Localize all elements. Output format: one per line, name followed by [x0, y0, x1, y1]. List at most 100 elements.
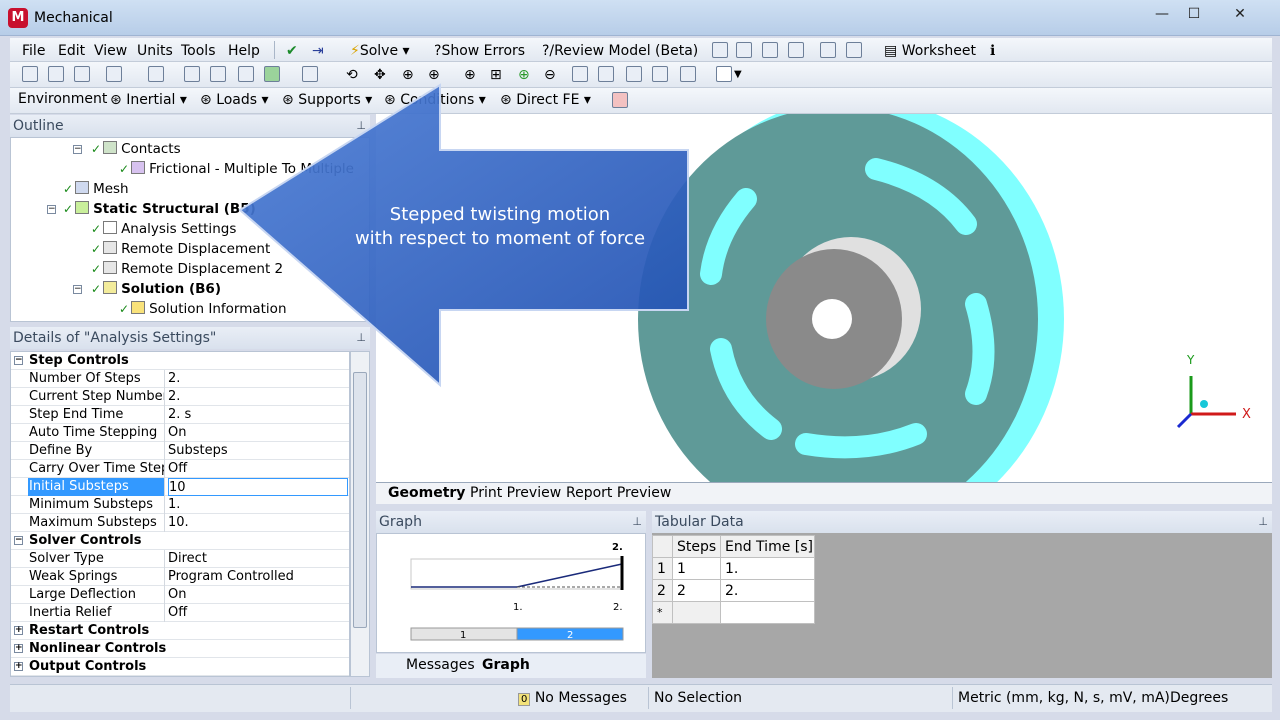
tabular-table: Steps End Time [s] 1 1 1. 2 2 2. * — [652, 535, 815, 624]
details-row-weak-springs[interactable]: Weak Springs Program Controlled — [11, 568, 349, 586]
tree-item-mesh[interactable]: ✓ Mesh — [63, 181, 129, 197]
row-value[interactable]: Substeps — [168, 442, 348, 460]
table-row[interactable]: 1 1 1. — [652, 557, 815, 580]
cell-steps[interactable]: 1 — [672, 557, 721, 580]
expand-icon[interactable]: + — [14, 626, 23, 635]
row-label: Current Step Number — [29, 388, 165, 406]
pin-icon[interactable]: ⊥ — [1258, 511, 1268, 533]
pin-icon[interactable]: ⊥ — [632, 511, 642, 533]
initial-substeps-input[interactable]: 10 — [168, 478, 348, 496]
collapse-icon[interactable]: − — [47, 205, 56, 214]
details-row-step-end-time[interactable]: Step End Time 2. s — [11, 406, 349, 424]
table-row[interactable]: 2 2 2. — [652, 579, 815, 602]
step-graph: 2. 1. 2. 1 2 — [410, 542, 624, 641]
details-row-solver-type[interactable]: Solver Type Direct — [11, 550, 349, 568]
details-row-maximum-substeps[interactable]: Maximum Substeps 10. — [11, 514, 349, 532]
row-value[interactable]: On — [168, 586, 348, 604]
check-icon[interactable]: ✔ — [286, 43, 298, 59]
cursor-icon[interactable] — [148, 66, 164, 82]
row-value[interactable]: Program Controlled — [168, 568, 348, 586]
row-value[interactable]: Off — [168, 604, 348, 622]
comment-icon[interactable] — [788, 42, 804, 58]
row-label: Inertia Relief — [28, 604, 165, 622]
row-value[interactable]: 1. — [168, 496, 348, 514]
select-mode-icon[interactable] — [106, 66, 122, 82]
details-row-large-deflection[interactable]: Large Deflection On — [11, 586, 349, 604]
cell-steps[interactable]: 2 — [672, 579, 721, 602]
menu-view[interactable]: View — [94, 43, 127, 59]
section-solver-controls[interactable]: − Solver Controls — [11, 532, 349, 550]
collapse-icon[interactable]: − — [14, 356, 23, 365]
details-row-inertia-relief[interactable]: Inertia Relief Off — [11, 604, 349, 622]
menu-edit[interactable]: Edit — [58, 43, 85, 59]
select-xyz-icon[interactable] — [74, 66, 90, 82]
scrollbar-thumb[interactable] — [353, 372, 367, 628]
tab-report-preview[interactable]: Report Preview — [566, 485, 671, 501]
select-point-icon[interactable] — [22, 66, 38, 82]
section-nonlinear-controls[interactable]: + Nonlinear Controls — [11, 640, 349, 658]
minimize-button[interactable]: — — [1145, 4, 1179, 24]
details-row-current-step[interactable]: Current Step Number 2. — [11, 388, 349, 406]
text-icon[interactable] — [820, 42, 836, 58]
window-title: Mechanical — [34, 10, 113, 26]
tab-messages[interactable]: Messages — [406, 657, 475, 673]
cell-end-time[interactable] — [720, 601, 815, 624]
inertial-dropdown[interactable]: ⊛ Inertial ▾ — [110, 92, 187, 108]
select-edge-icon[interactable] — [48, 66, 64, 82]
viewport-layout-icon[interactable] — [716, 66, 732, 82]
units-status[interactable]: Metric (mm, kg, N, s, mV, mA) — [958, 690, 1170, 706]
review-model-button[interactable]: ?/Review Model (Beta) — [542, 43, 698, 59]
worksheet-button[interactable]: ▤ Worksheet — [884, 43, 976, 59]
menu-tools[interactable]: Tools — [181, 43, 216, 59]
row-value[interactable]: On — [168, 424, 348, 442]
collapse-icon[interactable]: − — [73, 285, 82, 294]
details-row-define-by[interactable]: Define By Substeps — [11, 442, 349, 460]
row-value[interactable]: Off — [168, 460, 348, 478]
row-label: Weak Springs — [28, 568, 165, 586]
menu-file[interactable]: File — [22, 43, 45, 59]
collapse-icon[interactable]: − — [14, 536, 23, 545]
details-row-carry-over[interactable]: Carry Over Time Step Off — [11, 460, 349, 478]
viewport-dropdown-chevron-icon[interactable]: ▼ — [734, 69, 742, 80]
insert-chart-icon[interactable] — [712, 42, 728, 58]
details-row-auto-time-stepping[interactable]: Auto Time Stepping On — [11, 424, 349, 442]
table-new-row[interactable]: * — [652, 601, 815, 624]
section-output-controls[interactable]: + Output Controls — [11, 658, 349, 676]
insert-label-icon[interactable] — [736, 42, 752, 58]
row-label: Define By — [28, 442, 165, 460]
messages-status[interactable]: 0 No Messages — [518, 690, 627, 706]
tab-geometry[interactable]: Geometry — [388, 485, 465, 501]
tab-graph[interactable]: Graph — [482, 657, 530, 673]
cell-steps[interactable] — [672, 601, 721, 624]
menu-help[interactable]: Help — [228, 43, 260, 59]
cell-end-time[interactable]: 1. — [720, 557, 815, 580]
column-header-steps[interactable]: Steps — [672, 535, 721, 558]
info-cursor-icon[interactable]: ℹ — [990, 43, 995, 59]
solve-mode-icon[interactable]: ⇥ — [312, 43, 324, 59]
image-icon[interactable] — [846, 42, 862, 58]
row-value[interactable]: 10. — [168, 514, 348, 532]
insert-image-icon[interactable] — [762, 42, 778, 58]
close-button[interactable]: ✕ — [1217, 4, 1263, 24]
row-value[interactable]: 2. s — [168, 406, 348, 424]
row-value[interactable]: Direct — [168, 550, 348, 568]
collapse-icon[interactable]: − — [73, 145, 82, 154]
tabular-panel: Steps End Time [s] 1 1 1. 2 2 2. * — [652, 533, 1272, 678]
angle-units-status[interactable]: Degrees — [1170, 690, 1228, 706]
show-errors-button[interactable]: ?Show Errors — [434, 43, 525, 59]
details-row-minimum-substeps[interactable]: Minimum Substeps 1. — [11, 496, 349, 514]
tab-print-preview[interactable]: Print Preview — [470, 485, 561, 501]
separator — [952, 687, 953, 709]
select-vertex-icon[interactable] — [184, 66, 200, 82]
details-row-initial-substeps[interactable]: Initial Substeps 10 — [11, 478, 349, 496]
menu-units[interactable]: Units — [137, 43, 173, 59]
row-value[interactable]: 2. — [168, 388, 348, 406]
column-header-end-time[interactable]: End Time [s] — [720, 535, 815, 558]
cell-end-time[interactable]: 2. — [720, 579, 815, 602]
solve-button[interactable]: ⚡Solve ▾ — [350, 43, 410, 59]
expand-icon[interactable]: + — [14, 644, 23, 653]
expand-icon[interactable]: + — [14, 662, 23, 671]
maximize-button[interactable]: ☐ — [1177, 4, 1211, 24]
section-restart-controls[interactable]: + Restart Controls — [11, 622, 349, 640]
tree-item-contacts[interactable]: ✓ Contacts — [91, 141, 181, 157]
